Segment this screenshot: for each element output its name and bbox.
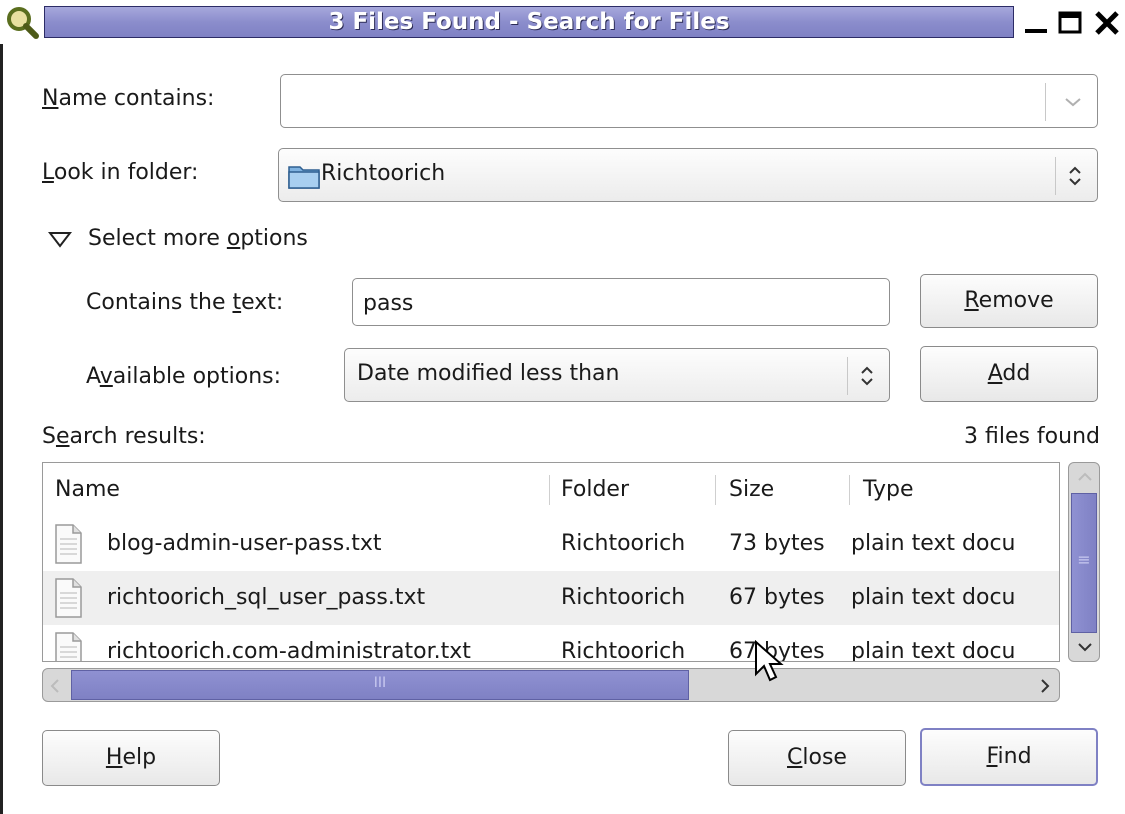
look-in-folder-label: Look in folder:: [42, 160, 199, 185]
name-contains-label: Name contains:: [42, 86, 215, 111]
type-cell: plain text docu: [851, 639, 1016, 662]
folder-cell: Richtoorich: [561, 639, 686, 662]
window-frame-left: [0, 44, 3, 814]
file-name-cell: blog-admin-user-pass.txt: [107, 531, 382, 556]
close-button[interactable]: Close: [728, 730, 906, 786]
contains-text-input[interactable]: [361, 285, 885, 321]
vertical-scrollbar[interactable]: ≡: [1068, 462, 1100, 662]
column-divider: [549, 475, 550, 505]
size-cell: 73 bytes: [729, 531, 825, 556]
search-results-label: Search results:: [42, 424, 206, 449]
look-in-folder-value: Richtoorich: [321, 161, 446, 186]
look-in-folder-combo[interactable]: Richtoorich: [278, 148, 1098, 202]
table-row[interactable]: richtoorich.com-administrator.txt Richto…: [43, 625, 1059, 662]
chevron-down-icon[interactable]: [1063, 93, 1083, 111]
name-contains-combo[interactable]: [280, 74, 1098, 128]
files-found-count: 3 files found: [963, 424, 1100, 449]
help-button[interactable]: Help: [42, 730, 220, 786]
mouse-pointer-icon: [755, 640, 784, 682]
combo-separator: [1045, 83, 1046, 121]
minimize-icon[interactable]: [1022, 6, 1050, 38]
table-row[interactable]: richtoorich_sql_user_pass.txt Richtooric…: [43, 571, 1059, 625]
size-cell: 67 bytes: [729, 585, 825, 610]
select-more-options-label: Select more options: [88, 226, 308, 251]
text-file-icon: [55, 578, 82, 618]
column-header-name[interactable]: Name: [55, 463, 120, 517]
vertical-scroll-thumb[interactable]: ≡: [1071, 493, 1097, 633]
text-file-icon: [55, 524, 82, 564]
updown-arrows-icon: [1069, 166, 1081, 186]
contains-text-field[interactable]: [352, 278, 890, 326]
column-divider: [715, 475, 716, 505]
close-icon[interactable]: [1092, 6, 1120, 38]
file-name-cell: richtoorich_sql_user_pass.txt: [107, 585, 426, 610]
combo-separator: [1055, 157, 1056, 195]
column-header-folder[interactable]: Folder: [561, 463, 629, 517]
triangle-down-icon: [48, 232, 72, 248]
table-row[interactable]: blog-admin-user-pass.txt Richtoorich 73 …: [43, 517, 1059, 571]
scroll-grip: ≡: [1077, 550, 1091, 569]
type-cell: plain text docu: [851, 531, 1016, 556]
available-options-value: Date modified less than: [357, 361, 620, 386]
window-title: 3 Files Found - Search for Files: [328, 9, 730, 35]
remove-button[interactable]: Remove: [920, 274, 1098, 328]
horizontal-scroll-thumb[interactable]: III: [71, 670, 689, 700]
available-options-select[interactable]: Date modified less than: [344, 348, 890, 402]
add-button[interactable]: Add: [920, 346, 1098, 402]
column-divider: [849, 475, 850, 505]
scroll-down-icon[interactable]: [1075, 639, 1095, 655]
magnifier-icon: [7, 7, 39, 39]
results-table[interactable]: Name Folder Size Type blog-admin-user-pa…: [42, 462, 1060, 662]
folder-cell: Richtoorich: [561, 585, 686, 610]
name-contains-input[interactable]: [289, 83, 1033, 121]
folder-cell: Richtoorich: [561, 531, 686, 556]
find-button[interactable]: Find: [920, 728, 1098, 786]
horizontal-scrollbar[interactable]: III: [42, 668, 1060, 702]
maximize-icon[interactable]: [1056, 6, 1084, 38]
scroll-grip: III: [373, 675, 387, 691]
updown-arrows-icon: [861, 366, 873, 386]
scroll-left-icon[interactable]: [47, 677, 63, 695]
scroll-up-icon[interactable]: [1075, 469, 1095, 485]
type-cell: plain text docu: [851, 585, 1016, 610]
available-options-label: Available options:: [86, 364, 282, 389]
folder-icon: [288, 166, 320, 189]
combo-separator: [847, 357, 848, 395]
text-file-icon: [55, 632, 82, 661]
column-header-size[interactable]: Size: [729, 463, 774, 517]
scroll-right-icon[interactable]: [1037, 677, 1053, 695]
file-name-cell: richtoorich.com-administrator.txt: [107, 639, 471, 662]
column-header-type[interactable]: Type: [863, 463, 914, 517]
title-bar[interactable]: 3 Files Found - Search for Files: [0, 0, 1125, 44]
contains-text-label: Contains the text:: [86, 290, 284, 315]
